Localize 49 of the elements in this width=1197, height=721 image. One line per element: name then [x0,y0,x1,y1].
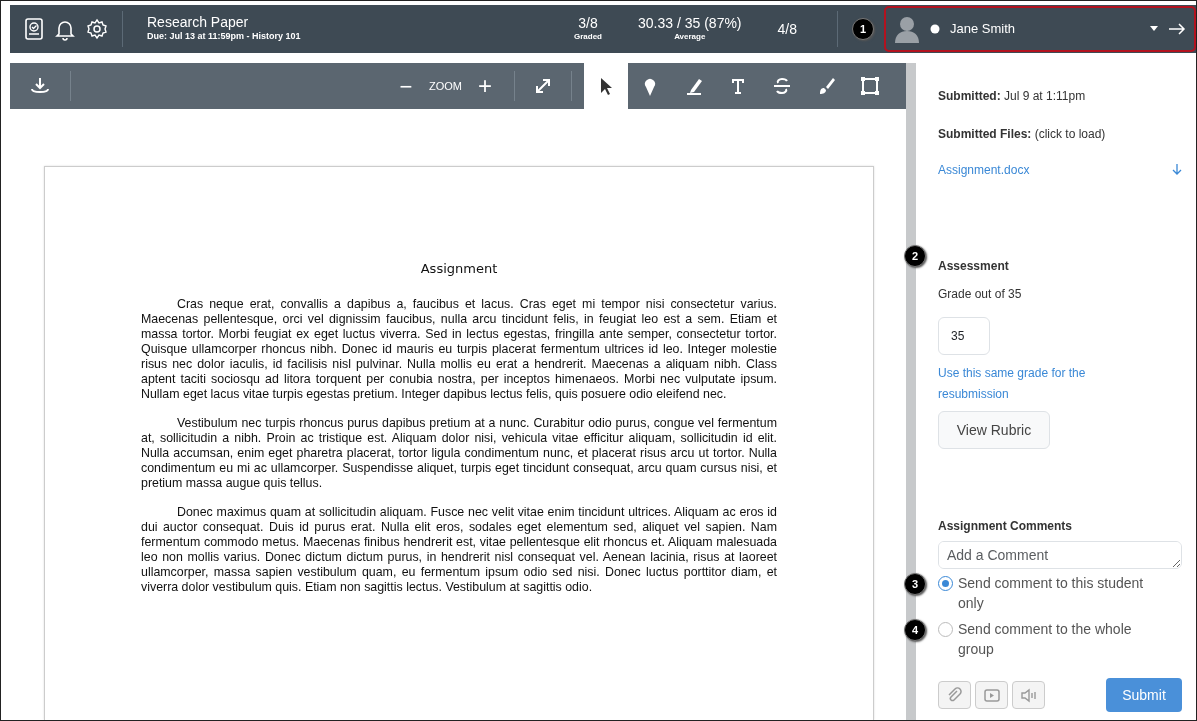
submitted-date: Submitted: Jul 9 at 1:11pm [938,88,1087,105]
document-paragraph: Cras neque erat, convallis a dapibus a, faucibus et lacus. Cras eget mi tempor nisi consectetur varius. Maecenas pellentesque, orci vel dignissim faucibus, nulla arcu tincidunt felis, in feugiat leo est a sem. Etiam et massa tortor. Morbi feugiat ex eget luctus viverra. Sed in lectus egestas, fringilla ante semper, consectetur tortor. Quisque ullamcorper rhoncus nibh. Donec id mauris eu turpis placerat fermentum ultrices id leo. Integer molestie risus nec dolor iaculis, id facilisis nisl pulvinar. Nulla mollis eu erat a hendrerit. Maecenas a aliquam nibh. Class aptent taciti sociosqu ad litora torquent per conubia nostra, per inceptos himenaeos. Morbi nec vulputate ipsum. Nullam eget lacus vitae turpis egestas pretium. Integer dapibus lectus felis, quis posuere odio eleifend nec. [141,296,777,402]
radio-button[interactable] [938,576,953,591]
stat-label: Average [673,31,707,43]
assessment-heading: Assessment [938,258,1010,275]
expand-icon [534,77,552,95]
download-icon [31,77,49,95]
caret-icon [1150,26,1158,32]
option-label: Send comment to the whole group [958,620,1133,659]
resubmission-grade-link[interactable]: Use this same grade for the resubmission [938,363,1108,405]
radio-button[interactable] [938,622,953,637]
file-link[interactable]: Assignment.docx [938,161,1030,179]
next-student-arrow-icon[interactable] [1168,22,1186,36]
status-dot-icon [930,24,940,34]
callout-marker: 4 [904,619,926,641]
gradebook-icon[interactable] [24,17,44,41]
callout-marker: 2 [904,245,926,267]
strikethrough-icon [772,76,792,96]
panel-splitter[interactable] [906,63,916,720]
download-arrow-icon[interactable] [1172,164,1182,176]
stat-value: 3/8 [577,15,599,31]
highlighter-icon [684,76,704,96]
document-heading: Assignment [419,260,499,278]
avatar-icon [894,15,920,43]
stat-value: 4/8 [777,21,797,37]
comment-field[interactable]: Add a Comment [938,541,1182,569]
assignment-title: Research Paper [147,14,250,31]
comments-heading: Assignment Comments [938,518,1074,535]
student-name: Jane Smith [950,20,1017,39]
stat-value: 30.33 / 35 (87%) [638,15,742,31]
submitted-files-label: Submitted Files: (click to load) [938,126,1107,143]
settings-icon[interactable] [86,18,108,40]
callout-marker: 3 [904,573,926,595]
video-play-icon [982,686,1001,704]
zoom-out-button[interactable]: − [391,69,421,103]
due-date: Due: Jul 13 at 11:59pm - History 101 [147,30,302,44]
speaker-icon [1019,686,1038,704]
stat-label: Graded [574,31,602,43]
document-paragraph: Vestibulum nec turpis rhoncus purus dapibus pretium at a nunc. Curabitur odio purus, congue vel fermentum at, sollicitudin a nibh. Proin ac tristique est. Aliquam dolor nisi, vehicula vitae efficitur aliquam, sollicitudin id elit. Nulla accumsan, enim eget pharetra placerat, tortor ligula condimentum nunc, et placerat risus arcu ut tortor. Nulla condimentum eu mi ac ullamcorper. Suspendisse aliquet, turpis eget tincidunt consequat, arcu quam cursus nisi, et pretium massa augue quis tellus. [141,415,777,491]
document-paragraph: Donec maximus quam at sollicitudin aliquam. Fusce nec velit vitae enim tincidunt ultrices. Aliquam ac eros id dui auctor consequat. Duis id purus erat. Nulla elit eros, sodales eget elementum sed, aliquet vel sapien. Nam fermentum commodo metus. Maecenas finibus hendrerit est, vitae pellentesque elit rhoncus et. Aliquam malesuada leo non mollis varius. Donec dictum dictum purus, in hendrerit nisl consequat vel. Aenean lacinia, risus at laoreet ullamcorper, massa sapien vestibulum quam, eu fermentum ipsum odio sed nisi. Donec luctus porttitor diam, et viverra dolor vestibulum quis. Etiam non sagittis lectus. Vestibulum at sagittis odio. [141,504,777,595]
zoom-label: ZOOM [429,78,462,94]
attach-file-button[interactable] [938,681,971,709]
view-rubric-button[interactable]: View Rubric [938,411,1050,449]
zoom-in-button[interactable]: + [470,68,500,104]
option-label: Send comment to this student only [958,574,1145,613]
rectangle-tool-icon [860,76,880,96]
callout-marker: 1 [852,18,874,40]
grade-label: Grade out of 35 [938,286,1023,303]
grade-input[interactable]: 35 [938,317,990,355]
